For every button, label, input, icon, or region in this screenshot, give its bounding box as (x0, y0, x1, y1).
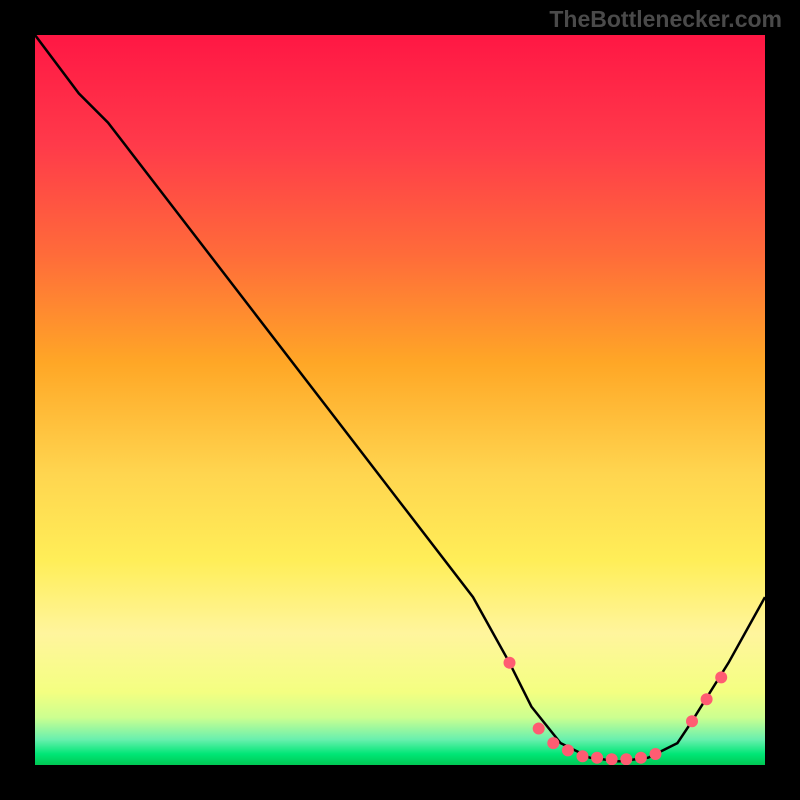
attribution-text: TheBottlenecker.com (549, 6, 782, 33)
valley-marker-dot (562, 744, 574, 756)
valley-marker-dot (635, 752, 647, 764)
valley-marker-dot (547, 737, 559, 749)
valley-marker-dot (533, 723, 545, 735)
plot-area (35, 35, 765, 765)
valley-marker-dot (650, 748, 662, 760)
valley-marker-dot (577, 750, 589, 762)
valley-marker-dot (686, 715, 698, 727)
bottleneck-chart (35, 35, 765, 765)
gradient-background (35, 35, 765, 765)
valley-marker-dot (504, 657, 516, 669)
valley-marker-dot (591, 752, 603, 764)
chart-container: TheBottlenecker.com (0, 0, 800, 800)
valley-marker-dot (715, 671, 727, 683)
valley-marker-dot (620, 753, 632, 765)
valley-marker-dot (606, 753, 618, 765)
valley-marker-dot (701, 693, 713, 705)
